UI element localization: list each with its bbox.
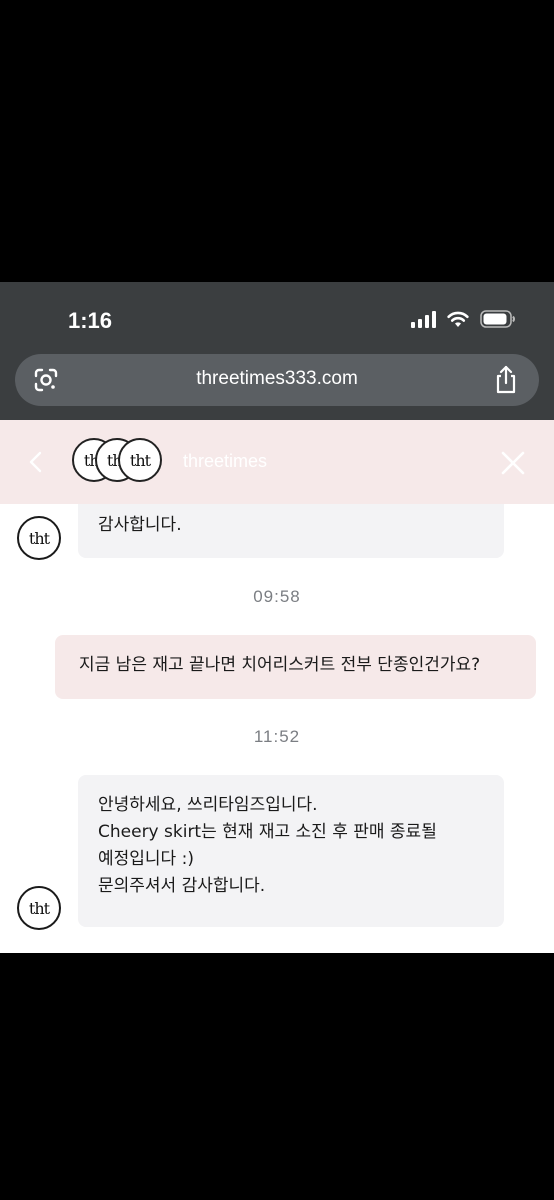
bottom-black-area: [0, 953, 554, 1200]
cellular-signal-icon: [411, 310, 436, 328]
message-timestamp: 11:52: [253, 727, 301, 746]
battery-icon: [480, 310, 515, 328]
message-timestamp: 09:58: [253, 587, 301, 606]
status-icons: [411, 310, 516, 328]
message-text: 예정입니다 :): [98, 849, 194, 869]
chat-header: tht tht tht threetimes: [0, 420, 554, 504]
share-icon[interactable]: [493, 365, 519, 395]
wifi-icon: [447, 311, 469, 327]
chat-window: tht tht tht threetimes 감사합니다. tht 09:58 …: [0, 420, 554, 953]
close-icon[interactable]: [500, 450, 526, 476]
message-text: 지금 남은 재고 끝나면 치어리스커트 전부 단종인건가요?: [79, 655, 481, 675]
message-bubble-shop: 안녕하세요, 쓰리타임즈입니다. Cheery skirt는 현재 재고 소진 …: [78, 775, 504, 927]
message-text: Cheery skirt는 현재 재고 소진 후 판매 종료될: [98, 822, 437, 842]
shop-avatar: tht: [17, 886, 61, 930]
url-text: threetimes333.com: [196, 368, 358, 389]
phone-top-bar: 1:16 threetimes333.com: [0, 282, 554, 420]
message-text: 문의주셔서 감사합니다.: [98, 876, 266, 896]
message-text: 감사합니다.: [98, 515, 182, 535]
chat-title: threetimes: [183, 451, 268, 471]
address-bar[interactable]: threetimes333.com: [15, 354, 539, 406]
chevron-left-icon[interactable]: [26, 450, 46, 474]
message-text: 안녕하세요, 쓰리타임즈입니다.: [98, 795, 318, 815]
message-bubble-user: 지금 남은 재고 끝나면 치어리스커트 전부 단종인건가요?: [55, 635, 536, 699]
status-time: 1:16: [68, 308, 113, 333]
header-avatar: tht: [118, 438, 162, 482]
header-avatar-group: tht tht tht: [72, 438, 162, 486]
top-black-area: [0, 0, 554, 282]
shop-avatar: tht: [17, 516, 61, 560]
